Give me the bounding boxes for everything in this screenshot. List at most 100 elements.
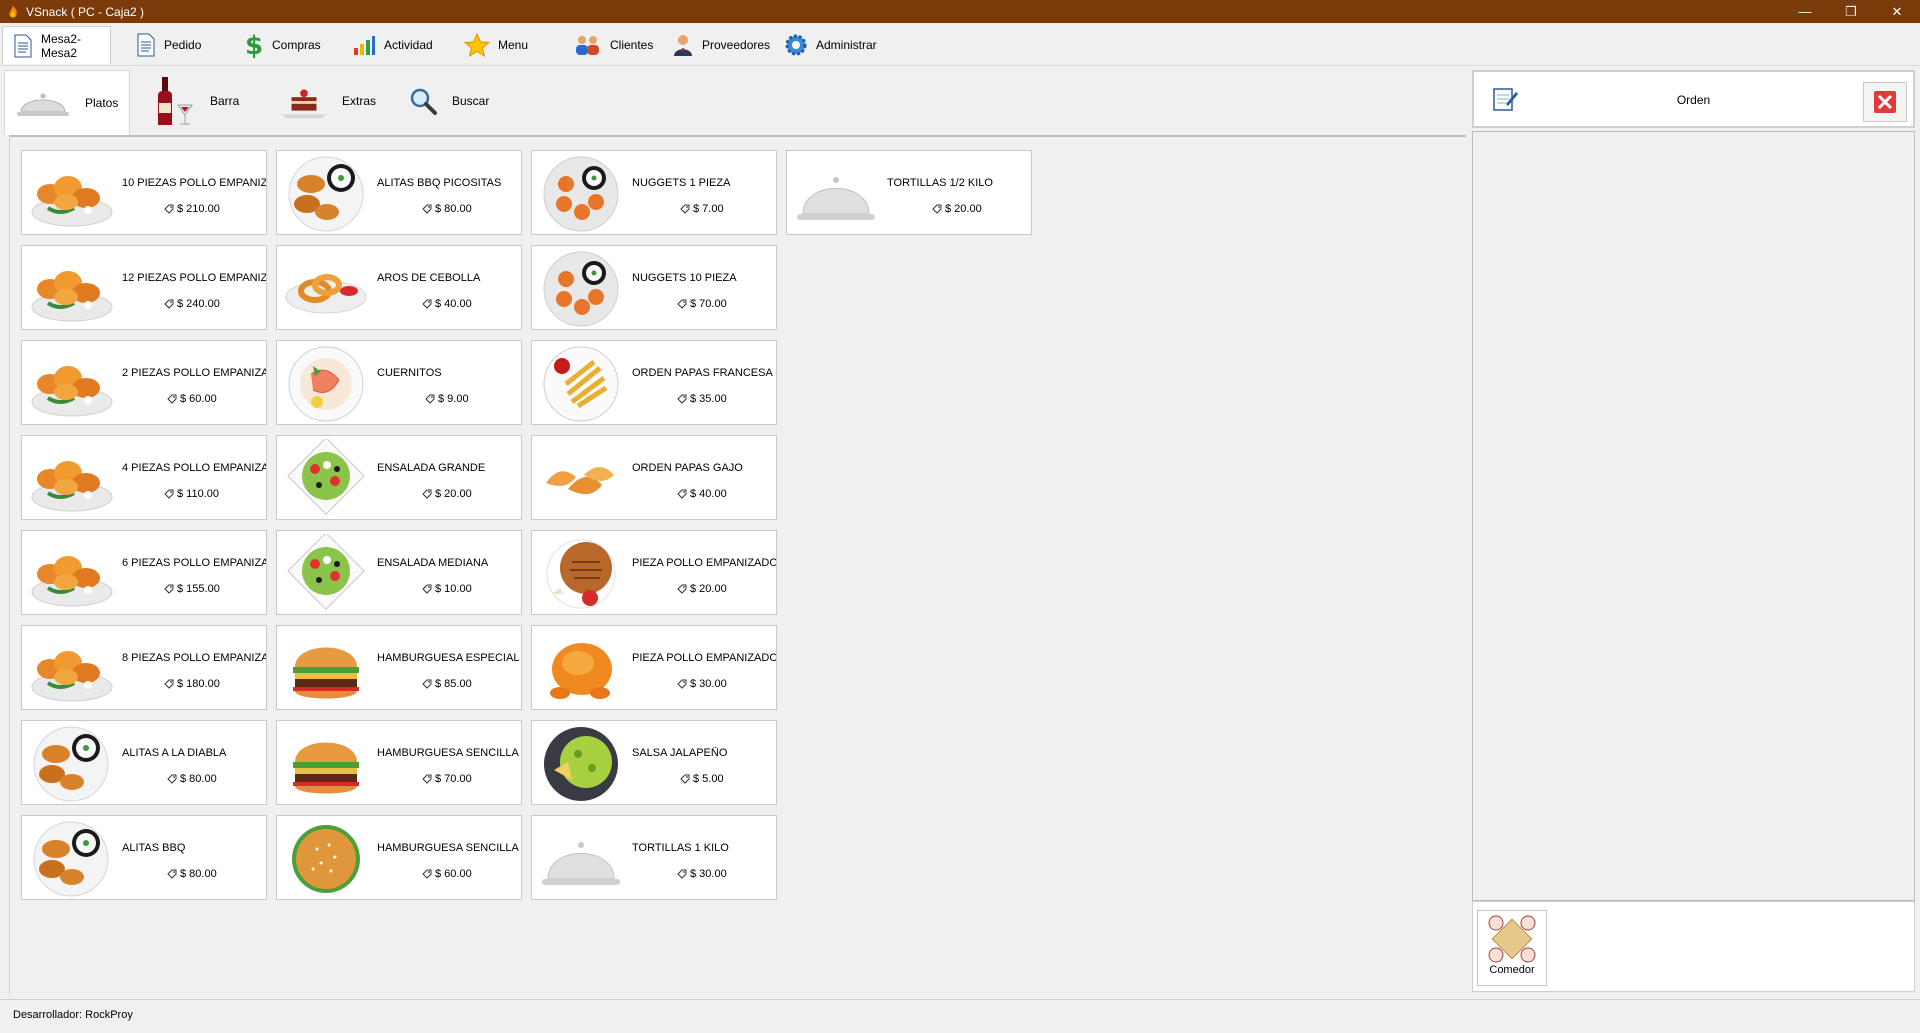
tab-label: Actividad bbox=[384, 38, 433, 52]
restore-button[interactable]: ❐ bbox=[1828, 0, 1874, 23]
product-price-text: $ 30.00 bbox=[690, 678, 727, 690]
order-list[interactable] bbox=[1472, 131, 1915, 901]
product-price: $ 80.00 bbox=[167, 868, 217, 880]
product-name: 8 PIEZAS POLLO EMPANIZADO bbox=[122, 652, 266, 664]
product-price-text: $ 10.00 bbox=[435, 583, 472, 595]
product-price-text: $ 9.00 bbox=[438, 393, 469, 405]
product-price: $ 155.00 bbox=[164, 583, 220, 595]
product-price: $ 10.00 bbox=[422, 583, 472, 595]
product-card[interactable]: NUGGETS 1 PIEZA $ 7.00 bbox=[531, 150, 777, 235]
product-card[interactable]: ORDEN PAPAS FRANCESA $ 35.00 bbox=[531, 340, 777, 425]
product-card[interactable]: PIEZA POLLO EMPANIZADO CH $ 20.00 bbox=[531, 530, 777, 615]
product-image bbox=[538, 534, 624, 614]
price-tag-icon bbox=[422, 584, 432, 594]
close-window-button[interactable]: ✕ bbox=[1874, 0, 1920, 23]
product-name: 12 PIEZAS POLLO EMPANIZADO bbox=[122, 272, 267, 284]
product-name: CUERNITOS bbox=[377, 367, 442, 379]
product-price-text: $ 60.00 bbox=[435, 868, 472, 880]
tab-compras[interactable]: $ Compras bbox=[232, 27, 332, 63]
product-name: 6 PIEZAS POLLO EMPANIZADO bbox=[122, 557, 266, 569]
product-image bbox=[538, 819, 624, 899]
tab-barra[interactable]: Barra bbox=[142, 70, 258, 132]
tab-actividad[interactable]: Actividad bbox=[342, 27, 442, 63]
tab-label: Barra bbox=[210, 94, 240, 108]
product-image bbox=[283, 249, 369, 329]
main-tabs: Mesa2-Mesa2 Pedido $ Compras Actividad M… bbox=[0, 23, 1920, 66]
product-image bbox=[28, 439, 114, 519]
product-price: $ 30.00 bbox=[677, 868, 727, 880]
product-image bbox=[538, 724, 624, 804]
product-image bbox=[283, 437, 369, 519]
product-price: $ 9.00 bbox=[425, 393, 469, 405]
product-price: $ 70.00 bbox=[677, 298, 727, 310]
product-card[interactable]: ALITAS A LA DIABLA $ 80.00 bbox=[21, 720, 267, 805]
product-card[interactable]: TORTILLAS 1 KILO $ 30.00 bbox=[531, 815, 777, 900]
product-price: $ 70.00 bbox=[422, 773, 472, 785]
product-image bbox=[538, 344, 624, 424]
product-card[interactable]: NUGGETS 10 PIEZA $ 70.00 bbox=[531, 245, 777, 330]
bar-chart-icon bbox=[354, 36, 375, 55]
product-card[interactable]: 10 PIEZAS POLLO EMPANIZADO $ 210.00 bbox=[21, 150, 267, 235]
product-name: HAMBURGUESA SENCILLA bbox=[377, 747, 519, 759]
product-name: PIEZA POLLO EMPANIZADO GR bbox=[632, 652, 777, 664]
product-card[interactable]: HAMBURGUESA ESPECIAL $ 85.00 bbox=[276, 625, 522, 710]
product-card[interactable]: 4 PIEZAS POLLO EMPANIZADO $ 110.00 bbox=[21, 435, 267, 520]
cloche-icon bbox=[17, 93, 69, 116]
price-tag-icon bbox=[167, 394, 177, 404]
product-card[interactable]: ORDEN PAPAS GAJO $ 40.00 bbox=[531, 435, 777, 520]
product-card[interactable]: ENSALADA MEDIANA $ 10.00 bbox=[276, 530, 522, 615]
product-price-text: $ 85.00 bbox=[435, 678, 472, 690]
status-bar: Desarrollador: RockProy bbox=[0, 999, 1920, 1030]
product-price: $ 30.00 bbox=[677, 678, 727, 690]
product-price-text: $ 70.00 bbox=[690, 298, 727, 310]
tab-mesa[interactable]: Mesa2-Mesa2 bbox=[2, 26, 111, 64]
product-card[interactable]: 8 PIEZAS POLLO EMPANIZADO $ 180.00 bbox=[21, 625, 267, 710]
price-tag-icon bbox=[422, 774, 432, 784]
tab-platos[interactable]: Platos bbox=[4, 70, 130, 135]
star-icon bbox=[464, 33, 490, 57]
comedor-button[interactable]: Comedor bbox=[1477, 910, 1547, 986]
order-title: Orden bbox=[1676, 93, 1711, 107]
product-image bbox=[538, 249, 624, 329]
product-card[interactable]: HAMBURGUESA SENCILLA $ 70.00 bbox=[276, 720, 522, 805]
product-price: $ 20.00 bbox=[422, 488, 472, 500]
tab-proveedores[interactable]: Proveedores bbox=[662, 27, 772, 63]
close-order-button[interactable] bbox=[1863, 82, 1907, 122]
tab-clientes[interactable]: Clientes bbox=[564, 27, 664, 63]
product-price: $ 110.00 bbox=[164, 488, 219, 500]
product-card[interactable]: ALITAS BBQ $ 80.00 bbox=[21, 815, 267, 900]
product-name: AROS DE CEBOLLA bbox=[377, 272, 481, 284]
tab-buscar[interactable]: Buscar bbox=[398, 70, 508, 132]
product-card[interactable]: CUERNITOS $ 9.00 bbox=[276, 340, 522, 425]
order-footer: Comedor bbox=[1472, 901, 1915, 992]
product-name: ALITAS BBQ PICOSITAS bbox=[377, 177, 502, 189]
tab-pedido[interactable]: Pedido bbox=[126, 27, 222, 63]
price-tag-icon bbox=[680, 774, 690, 784]
product-card[interactable]: ENSALADA GRANDE $ 20.00 bbox=[276, 435, 522, 520]
product-card[interactable]: ALITAS BBQ PICOSITAS $ 80.00 bbox=[276, 150, 522, 235]
dining-table-icon bbox=[1488, 915, 1536, 963]
product-card[interactable]: AROS DE CEBOLLA $ 40.00 bbox=[276, 245, 522, 330]
product-card[interactable]: 6 PIEZAS POLLO EMPANIZADO $ 155.00 bbox=[21, 530, 267, 615]
tab-administrar[interactable]: Administrar bbox=[774, 27, 884, 63]
product-card[interactable]: 2 PIEZAS POLLO EMPANIZADO $ 60.00 bbox=[21, 340, 267, 425]
product-card[interactable]: SALSA JALAPEÑO $ 5.00 bbox=[531, 720, 777, 805]
document-icon bbox=[137, 33, 155, 57]
tab-extras[interactable]: Extras bbox=[270, 70, 386, 132]
product-price-text: $ 70.00 bbox=[435, 773, 472, 785]
product-price: $ 80.00 bbox=[422, 203, 472, 215]
price-tag-icon bbox=[677, 584, 687, 594]
product-image bbox=[28, 534, 114, 614]
product-card[interactable]: PIEZA POLLO EMPANIZADO GR $ 30.00 bbox=[531, 625, 777, 710]
minimize-button[interactable]: — bbox=[1782, 0, 1828, 23]
product-card[interactable]: HAMBURGUESA SENCILLA - SIN $ 60.00 bbox=[276, 815, 522, 900]
product-price-text: $ 180.00 bbox=[177, 678, 220, 690]
product-price: $ 40.00 bbox=[677, 488, 727, 500]
product-price: $ 20.00 bbox=[677, 583, 727, 595]
product-name: NUGGETS 1 PIEZA bbox=[632, 177, 731, 189]
tab-menu[interactable]: Menu bbox=[454, 27, 554, 63]
product-card[interactable]: TORTILLAS 1/2 KILO $ 20.00 bbox=[786, 150, 1032, 235]
product-card[interactable]: 12 PIEZAS POLLO EMPANIZADO $ 240.00 bbox=[21, 245, 267, 330]
price-tag-icon bbox=[422, 679, 432, 689]
product-price-text: $ 80.00 bbox=[180, 773, 217, 785]
